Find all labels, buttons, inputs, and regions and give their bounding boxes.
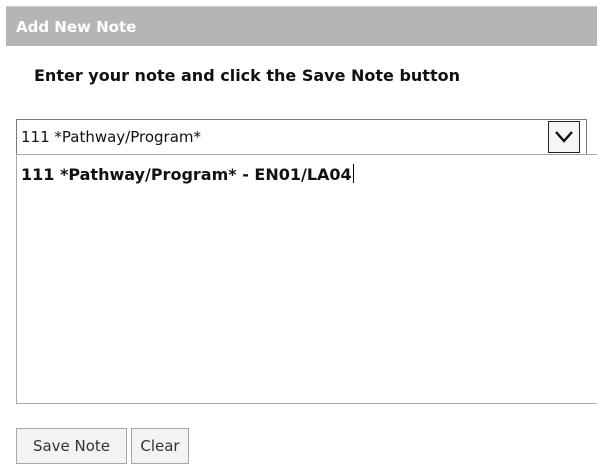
panel-title: Add New Note <box>16 18 137 36</box>
text-caret <box>352 164 354 183</box>
note-textarea-value: 111 *Pathway/Program* - EN01/LA04 <box>21 164 354 184</box>
save-note-button[interactable]: Save Note <box>16 428 127 464</box>
chevron-down-icon <box>555 131 573 143</box>
note-type-select[interactable]: 111 *Pathway/Program* <box>16 119 587 155</box>
note-text-content: 111 *Pathway/Program* - EN01/LA04 <box>21 165 352 184</box>
instructions-text: Enter your note and click the Save Note … <box>34 66 460 85</box>
dropdown-button[interactable] <box>548 121 580 153</box>
panel-header: Add New Note <box>6 6 597 46</box>
note-textarea[interactable]: 111 *Pathway/Program* - EN01/LA04 <box>16 154 597 404</box>
clear-button[interactable]: Clear <box>131 428 189 464</box>
note-type-select-value: 111 *Pathway/Program* <box>21 128 202 146</box>
